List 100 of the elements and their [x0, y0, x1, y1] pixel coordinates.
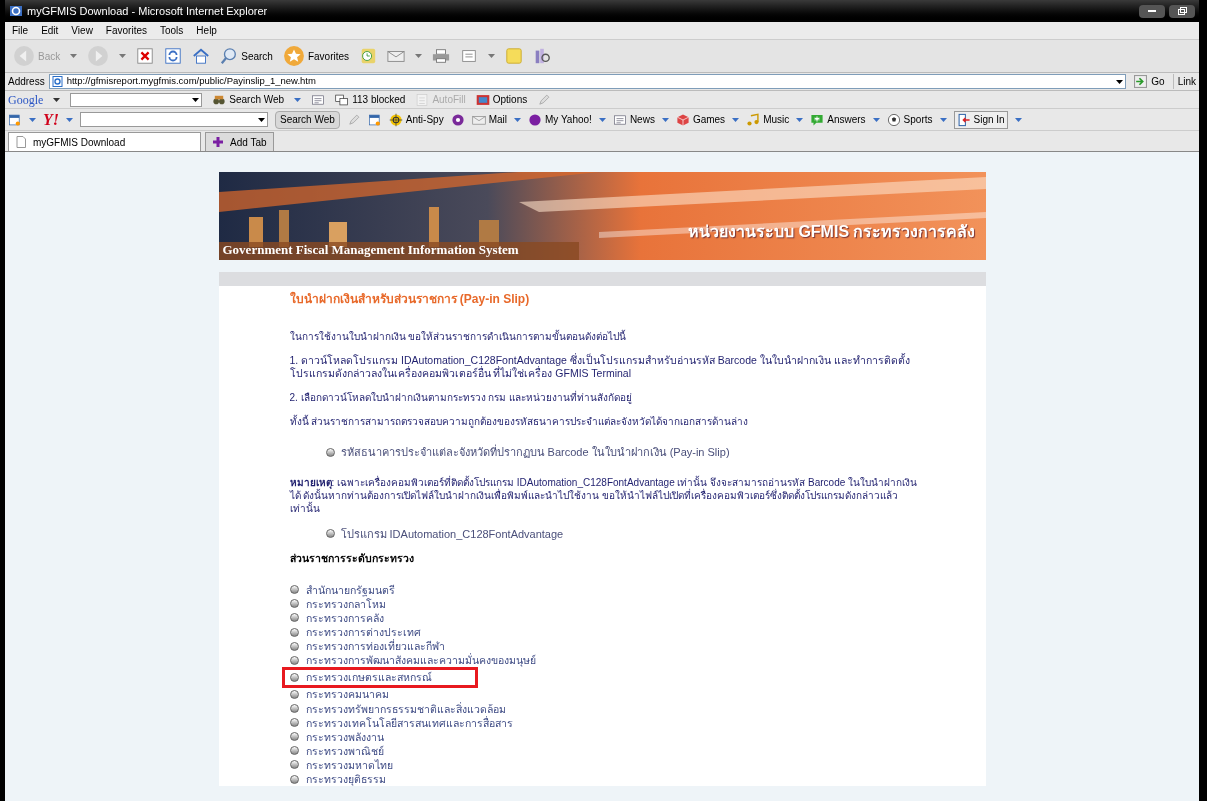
clock-icon: [359, 47, 378, 65]
ministry-link[interactable]: กระทรวงมหาดไทย: [305, 757, 393, 772]
ministry-link[interactable]: กระทรวงการคลัง: [305, 611, 384, 625]
ministry-link[interactable]: กระทรวงเกษตรและสหกรณ์: [305, 670, 432, 685]
menu-item[interactable]: File: [12, 23, 29, 38]
toolbar-button[interactable]: [164, 47, 183, 65]
music-note-icon: [746, 112, 761, 127]
address-field[interactable]: http://gfmisreport.mygfmis.com/public/Payinslip_1_new.htm: [48, 74, 1127, 89]
yahoo-logo[interactable]: Y!: [43, 107, 59, 132]
bullet-icon: [289, 732, 299, 742]
bullet-icon: [325, 447, 335, 457]
links-label[interactable]: Link: [1172, 74, 1196, 89]
restore-button[interactable]: [1169, 4, 1195, 18]
ministry-link[interactable]: กระทรวงพาณิชย์: [305, 743, 384, 758]
toolbar-button[interactable]: Answers: [810, 112, 866, 127]
toolbar-button[interactable]: My Yahoo!: [528, 112, 592, 127]
home-icon: [192, 47, 211, 65]
search-icon: [220, 47, 239, 65]
plus-icon: [212, 136, 224, 148]
toolbar-button[interactable]: Favorites: [282, 45, 350, 67]
bullet-icon: [289, 746, 299, 756]
menu-item[interactable]: View: [71, 23, 93, 38]
dropdown-caret-icon[interactable]: [192, 97, 200, 102]
ministry-link[interactable]: กระทรวงการท่องเที่ยวและกีฬา: [305, 639, 445, 654]
door-icon: [956, 112, 971, 127]
url-text: http://gfmisreport.mygfmis.com/public/Payinslip_1_new.htm: [66, 74, 317, 89]
ministry-link[interactable]: กระทรวงการพัฒนาสังคมและความมั่นคงของมนุษย์: [305, 653, 536, 668]
ring-icon: [450, 112, 465, 127]
printer-icon: [432, 47, 451, 65]
ministry-link[interactable]: กระทรวงทรัพยากรธรรมชาติและสิ่งแวดล้อม: [305, 701, 506, 716]
form-icon: [415, 92, 430, 107]
bullet-icon: [289, 613, 299, 623]
pen-icon: [346, 112, 361, 127]
tab[interactable]: Add Tab: [205, 132, 274, 151]
document-link[interactable]: โปรแกรม IDAutomation_C128FontAdvantage: [340, 525, 564, 542]
ministry-link[interactable]: กระทรวงเทคโนโลยีสารสนเทศและการสื่อสาร: [305, 715, 513, 730]
toolbar-icon-button[interactable]: [311, 92, 326, 107]
ministry-link[interactable]: สำนักนายกรัฐมนตรี: [305, 582, 395, 597]
dropdown-icon[interactable]: [1116, 79, 1124, 84]
note-paragraph: หมายเหตุ: เฉพาะเครื่องคอมพิวเตอร์ที่ติดตั้งโปรแกรม IDAutomation_C128FontAdvantage เท่านั้น จึงจะสามารถอ่านรหัส Barcode ในใบนำฝากเงินได้ ดังนั้นหากท่านต้องการเปิดไฟล์ใบนำฝากเงินเพื่อพิมพ์และนำไปใช้งาน ขอให้นำไฟล์ไปเปิดที่เครื่องคอมพิวเตอร์ซึ่งติดตั้งโปรแกรมดังกล่าวแล้วเท่านั้น: [289, 475, 919, 515]
ministry-link[interactable]: กระทรวงพลังงาน: [305, 729, 384, 744]
round-badge-icon: [528, 112, 542, 127]
windows-icon: [335, 92, 350, 107]
toolbar-button[interactable]: [359, 47, 378, 65]
page-heading: ใบนำฝากเงินสำหรับส่วนราชการ (Pay-in Slip): [289, 290, 531, 308]
toolbar-settings-icon: [8, 112, 22, 127]
toolbar-button[interactable]: News: [612, 112, 655, 127]
toolbar-button[interactable]: 113 blocked: [335, 92, 406, 107]
banner-title: หน่วยงานระบบ GFMIS กระทรวงการคลัง: [687, 222, 976, 242]
bullet-icon: [289, 689, 299, 699]
toolbar-button[interactable]: [432, 47, 451, 65]
toolbar-button[interactable]: Mail: [471, 112, 507, 127]
search-field[interactable]: [70, 92, 203, 107]
browser-icon: [9, 4, 23, 18]
menu-item[interactable]: Favorites: [105, 23, 147, 38]
ministry-link[interactable]: กระทรวงคมนาคม: [305, 687, 389, 702]
menu-item[interactable]: Edit: [41, 23, 59, 38]
ministry-link[interactable]: กระทรวงยุติธรรม: [305, 772, 386, 786]
google-logo[interactable]: Google: [8, 90, 44, 109]
toolbar-button[interactable]: Search: [220, 47, 273, 65]
search-field[interactable]: [80, 112, 268, 127]
newspaper-icon: [612, 112, 627, 127]
ministry-link[interactable]: กระทรวงการต่างประเทศ: [305, 625, 421, 640]
menu-item[interactable]: Tools: [160, 23, 184, 38]
bullet-icon: [289, 672, 299, 682]
toolbar-button[interactable]: [136, 47, 155, 65]
dropdown-caret-icon[interactable]: [53, 97, 61, 102]
toolbar-button[interactable]: Games: [675, 112, 726, 127]
bullet-icon: [325, 529, 335, 539]
paragraph: 1. ดาวน์โหลดโปรแกรม IDAutomation_C128FontAdvantage ซึ่งเป็นโปรแกรมสำหรับอ่านรหัส Barcode ในใบนำฝากเงิน และทำการติดตั้งโปรแกรมดังกล่าวลงในเครื่องคอมพิวเตอร์อื่น ที่ไม่ใช่เครื่อง GFMIS Terminal: [289, 354, 911, 380]
menu-item[interactable]: Help: [196, 23, 217, 38]
go-button[interactable]: Go: [1130, 73, 1169, 90]
toolbar-button[interactable]: Sports: [886, 112, 933, 127]
document-link[interactable]: รหัสธนาคารประจำแต่ละจังหวัดที่ปรากฏบน Barcode ในใบนำฝากเงิน (Pay-in Slip): [340, 444, 730, 461]
minimize-icon: [1148, 10, 1156, 12]
toolbar-button[interactable]: Music: [746, 112, 790, 127]
paragraph: 2. เลือกดาวน์โหลดใบนำฝากเงินตามกระทรวง กรม และหน่วยงานที่ท่านสังกัดอยู่: [289, 391, 634, 404]
page-icon: [15, 136, 27, 148]
dropdown-caret-icon[interactable]: [258, 117, 265, 122]
toolbar-button[interactable]: Search Web: [212, 92, 285, 107]
ministry-link[interactable]: กระทรวงกลาโหม: [305, 596, 386, 611]
toolbar-button[interactable]: Sign In: [953, 110, 1008, 129]
toolbar-button[interactable]: [192, 47, 211, 65]
minimize-button[interactable]: [1139, 4, 1165, 18]
search-web-button[interactable]: Search Web: [275, 110, 340, 129]
toolbar-button[interactable]: [533, 47, 552, 65]
toolbar-button[interactable]: Options: [475, 92, 528, 107]
newspaper-icon: [311, 92, 326, 107]
bullet-icon: [289, 655, 299, 665]
bullet-icon: [289, 760, 299, 770]
bullet-icon: [289, 599, 299, 609]
window-title: myGFMIS Download - Microsoft Internet Explorer: [27, 3, 268, 19]
toolbar-button[interactable]: [460, 47, 479, 65]
toolbar-button[interactable]: Anti-Spy: [388, 112, 444, 127]
tab[interactable]: myGFMIS Download: [8, 132, 201, 151]
toolbar-icon-button[interactable]: [367, 112, 382, 127]
toolbar-icon-button[interactable]: [450, 112, 465, 127]
target-icon: [388, 112, 403, 127]
address-label: Address: [8, 75, 45, 89]
refresh-icon: [164, 47, 183, 65]
